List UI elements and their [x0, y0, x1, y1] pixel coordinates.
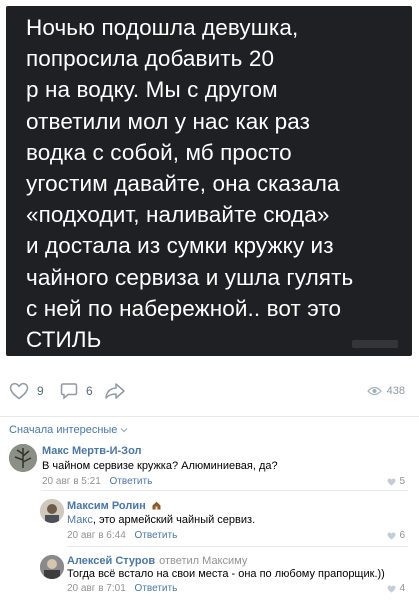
post-image-text: Ночью подошла девушка, попросила добавит…: [26, 15, 354, 353]
comment-separator: [67, 546, 408, 547]
replied-to[interactable]: ответил Максиму: [159, 555, 247, 567]
like-button[interactable]: 9: [9, 382, 44, 400]
views-counter: 438: [366, 385, 405, 397]
heart-icon: [387, 477, 396, 486]
mention-link[interactable]: Макс: [67, 514, 93, 526]
heart-icon: [387, 584, 396, 593]
heart-icon: [387, 531, 396, 540]
sort-dropdown[interactable]: Сначала интересные: [9, 424, 128, 436]
comment-meta: 20 авг в 6:44 Ответить: [67, 530, 177, 541]
post-actions: 9 6 438: [0, 376, 419, 406]
avatar[interactable]: [9, 444, 37, 472]
comment-separator: [42, 490, 408, 491]
sort-label: Сначала интересные: [9, 424, 118, 436]
comment-author[interactable]: Макс Мертв-И-Зол: [42, 445, 142, 457]
avatar[interactable]: [40, 555, 64, 579]
comment-text: Макс, это армейский чайный сервиз.: [67, 514, 255, 526]
comment-author[interactable]: Максим Ролин: [67, 500, 161, 513]
comment-button[interactable]: 6: [60, 382, 93, 400]
avatar-image: [9, 444, 37, 472]
chevron-down-icon: [120, 428, 128, 433]
comment-like-count: 5: [399, 476, 405, 487]
house-icon: [152, 501, 161, 513]
comment-like-count: 4: [399, 583, 405, 594]
eye-icon: [366, 386, 382, 396]
views-count: 438: [386, 385, 405, 397]
comment-date[interactable]: 20 авг в 7:01: [67, 583, 126, 594]
avatar-image: [40, 555, 64, 579]
comment-author[interactable]: Алексей Стуров ответил Максиму: [67, 555, 247, 567]
reply-button[interactable]: Ответить: [110, 476, 153, 487]
comment-meta: 20 авг в 5:21 Ответить: [42, 476, 152, 487]
comment-author-name[interactable]: Максим Ролин: [67, 500, 146, 512]
comment-date[interactable]: 20 авг в 5:21: [42, 476, 101, 487]
reply-button[interactable]: Ответить: [135, 530, 178, 541]
heart-icon: [9, 382, 29, 400]
watermark: [352, 340, 398, 348]
comment-body: , это армейский чайный сервиз.: [92, 514, 256, 526]
avatar-image: [40, 499, 64, 523]
comment-like-button[interactable]: 6: [387, 530, 405, 541]
comment-icon: [60, 383, 78, 400]
comment-text: Тогда всё встало на свои места - она по …: [67, 568, 385, 580]
comment-text: В чайном сервизе кружка? Алюминиевая, да…: [42, 460, 278, 472]
comment-author-name[interactable]: Алексей Стуров: [67, 555, 155, 567]
share-icon: [105, 383, 125, 399]
reply-button[interactable]: Ответить: [135, 583, 178, 594]
comment-like-button[interactable]: 5: [387, 476, 405, 487]
share-button[interactable]: [104, 382, 126, 400]
divider: [0, 416, 419, 417]
avatar[interactable]: [40, 499, 64, 523]
comment-like-button[interactable]: 4: [387, 583, 405, 594]
comment-like-count: 6: [399, 530, 405, 541]
comment-date[interactable]: 20 авг в 6:44: [67, 530, 126, 541]
post-image[interactable]: Ночью подошла девушка, попросила добавит…: [6, 6, 412, 356]
comment-count: 6: [86, 384, 93, 398]
comment-meta: 20 авг в 7:01 Ответить: [67, 583, 177, 594]
like-count: 9: [37, 384, 44, 398]
